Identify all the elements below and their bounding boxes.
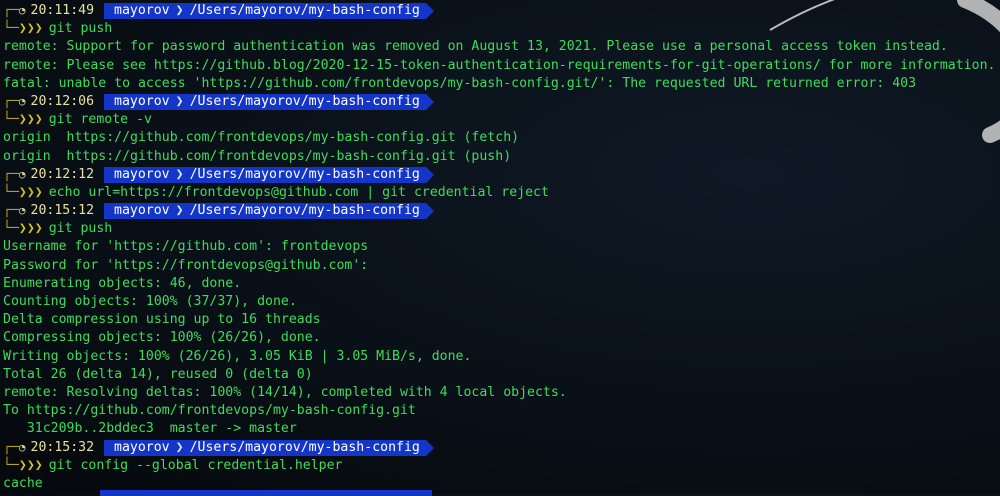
prompt-time: 20:11:49	[30, 3, 95, 18]
box-corner-top-icon: ┌─	[3, 93, 19, 109]
prompt-separator-icon: ❯	[175, 166, 184, 182]
clock-icon: ◔	[18, 167, 26, 181]
prompt-user: mayorov	[114, 3, 170, 18]
prompt-separator-icon: ❯	[175, 439, 184, 455]
output-line: Enumerating objects: 46, done.	[3, 275, 242, 291]
prompt-arrows-icon: ❯❯❯	[18, 184, 43, 200]
prompt-path-segment: mayorov ❯ /Users/mayorov/my-bash-config	[104, 3, 434, 20]
box-corner-top-icon: ┌─	[3, 439, 19, 455]
prompt-separator-icon: ❯	[175, 203, 184, 219]
prompt-user: mayorov	[114, 439, 170, 455]
terminal-output[interactable]: ┌─ ◔ 20:11:49 mayorov ❯/Users/mayorov/my-bas…	[3, 2, 1000, 493]
prompt-time: 20:15:32	[30, 439, 95, 455]
prompt-path: /Users/mayorov/my-bash-config	[189, 439, 420, 455]
output-line: remote: Resolving deltas: 100% (14/14), …	[3, 384, 567, 400]
prompt-path-segment: mayorov ❯ /Users/mayorov/my-bash-config	[104, 166, 434, 183]
output-line: Counting objects: 100% (37/37), done.	[3, 294, 297, 309]
box-corner-bottom-icon: └─	[3, 21, 19, 37]
output-line: Total 26 (delta 14), reused 0 (delta 0)	[3, 366, 313, 382]
prompt-path-segment: mayorov ❯ /Users/mayorov/my-bash-config	[104, 203, 434, 220]
command-text[interactable]: git remote -v	[49, 112, 152, 127]
output-line: Compressing objects: 100% (26/26), done.	[3, 330, 321, 346]
clock-icon: ◔	[18, 94, 26, 108]
box-corner-bottom-icon: └─	[3, 221, 19, 237]
prompt-arrows-icon: ❯❯❯	[18, 21, 43, 37]
output-line: origin https://github.com/frontdevops/my…	[3, 130, 520, 146]
prompt-arrows-icon: ❯❯❯	[18, 457, 43, 473]
output-line: remote: Support for password authenticat…	[3, 39, 948, 55]
prompt-user: mayorov	[114, 166, 170, 182]
prompt-header: ┌─ ◔ 20:15:32 mayorov ❯ /Users/mayorov/my-bas…	[3, 439, 1000, 457]
box-corner-bottom-icon: └─	[3, 457, 19, 473]
prompt-header: ┌─ ◔ 20:12:06 mayorov ❯ /Users/mayorov/my-bas…	[3, 93, 1000, 111]
box-corner-bottom-icon: └─	[3, 184, 19, 200]
command-line[interactable]: └─❯❯❯ git push	[3, 220, 1000, 238]
prompt-header: ┌─ ◔ 20:15:12 mayorov ❯ /Users/mayorov/my-bas…	[3, 202, 1000, 220]
prompt-time: 20:15:12	[30, 203, 95, 219]
box-corner-bottom-icon: └─	[3, 112, 19, 128]
prompt-user: mayorov	[114, 203, 170, 219]
output-line: Username for 'https://github.com': front…	[3, 239, 369, 255]
prompt-path: /Users/mayorov/my-bash-config	[189, 203, 420, 219]
prompt-separator-icon: ❯	[175, 93, 184, 109]
prompt-separator-icon: ❯	[175, 3, 184, 18]
command-line[interactable]: └─❯❯❯ git config --global credential.help…	[3, 457, 1000, 475]
prompt-path: /Users/mayorov/my-bash-config	[189, 93, 420, 109]
output-line: 31c209b..2bddec3 master -> master	[3, 421, 297, 437]
command-text[interactable]: git config --global credential.helper	[49, 458, 343, 473]
output-line: Delta compression using up to 16 threads	[3, 312, 321, 328]
prompt-path-segment: mayorov ❯ /Users/mayorov/my-bash-config	[104, 439, 434, 456]
command-line[interactable]: └─❯❯❯ git push	[3, 20, 1000, 38]
prompt-arrows-icon: ❯❯❯	[18, 112, 43, 128]
output-line: Writing objects: 100% (26/26), 3.05 KiB …	[3, 348, 472, 364]
box-corner-top-icon: ┌─	[3, 3, 19, 18]
prompt-user: mayorov	[114, 93, 170, 109]
output-line: origin https://github.com/frontdevops/my…	[3, 148, 512, 164]
prompt-path-segment: mayorov ❯ /Users/mayorov/my-bash-config	[104, 93, 434, 111]
prompt-path: /Users/mayorov/my-bash-config	[189, 166, 420, 182]
clock-icon: ◔	[18, 4, 26, 17]
command-text[interactable]: git push	[49, 221, 113, 236]
next-prompt-segment	[100, 490, 432, 496]
clock-icon: ◔	[18, 440, 26, 454]
clock-icon: ◔	[18, 204, 26, 218]
prompt-header: ┌─ ◔ 20:11:49 mayorov ❯ /Users/mayorov/my-bas…	[3, 2, 1000, 20]
box-corner-top-icon: ┌─	[3, 166, 19, 182]
prompt-arrows-icon: ❯❯❯	[18, 221, 43, 237]
prompt-time: 20:12:06	[30, 93, 95, 109]
command-line[interactable]: └─❯❯❯ echo url=https://frontdevops@github…	[3, 184, 1000, 202]
output-line: fatal: unable to access 'https://github.…	[3, 75, 917, 91]
prompt-header: ┌─ ◔ 20:12:12 mayorov ❯ /Users/mayorov/my-bas…	[3, 166, 1000, 184]
command-text[interactable]: git push	[49, 21, 113, 36]
command-line[interactable]: └─❯❯❯ git remote -v	[3, 111, 1000, 129]
command-text[interactable]: echo url=https://frontdevops@github.com …	[49, 185, 549, 200]
output-line: To https://github.com/frontdevops/my-bas…	[3, 403, 416, 419]
prompt-time: 20:12:12	[30, 166, 95, 182]
output-line: Password for 'https://frontdevops@github…	[3, 257, 369, 273]
box-corner-top-icon: ┌─	[3, 203, 19, 219]
prompt-path: /Users/mayorov/my-bash-config	[189, 3, 420, 18]
output-line: remote: Please see https://github.blog/2…	[3, 57, 996, 73]
